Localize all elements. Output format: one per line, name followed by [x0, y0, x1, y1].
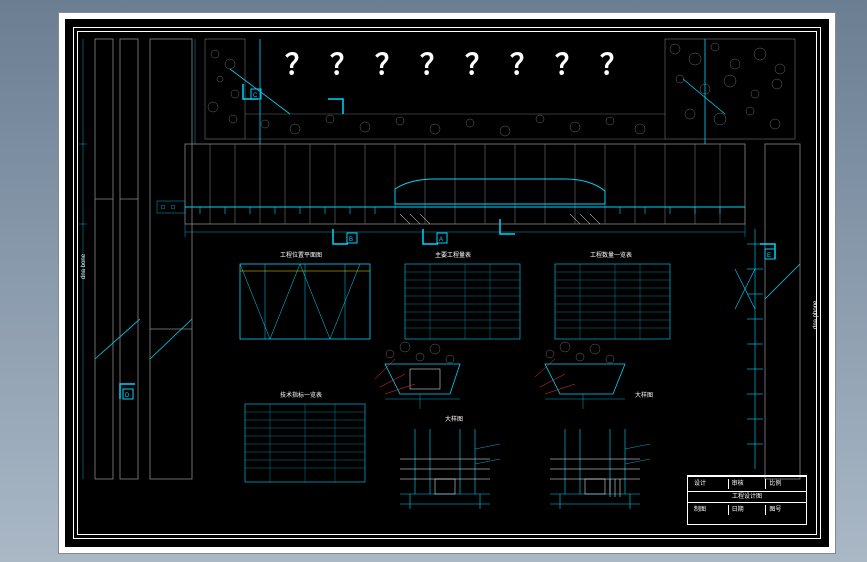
tb-cell: 制图 [691, 505, 728, 515]
side-sections [95, 39, 800, 479]
detail-section-b: 大样图 [535, 342, 653, 409]
paper-sheet: ？ ？ ？ ？ ？ ？ ？ ？ [58, 12, 836, 554]
qmark-6: ？ [510, 49, 538, 80]
title-question-marks: ？ ？ ？ ？ ？ ？ ？ ？ [285, 49, 628, 80]
qmark-1: ？ [285, 49, 313, 80]
detail-truss: 工程位置平面图 [240, 251, 370, 339]
detail-footing-2 [550, 429, 650, 509]
cad-drawing-svg: ？ ？ ？ ？ ？ ？ ？ ？ [65, 19, 829, 547]
tb-cell: 审核 [728, 479, 766, 489]
elevation-band [185, 144, 745, 224]
svg-text:大样图: 大样图 [635, 391, 653, 399]
svg-text:E: E [767, 253, 771, 259]
section-letters: A B C D E [123, 89, 775, 399]
detail-footing-1: 大样图 [400, 415, 500, 509]
svg-text:大样图: 大样图 [445, 415, 463, 423]
detail-section-a [375, 342, 460, 409]
detail-table-3: 技术指标一览表 [245, 391, 365, 482]
section-markers [95, 39, 800, 399]
label-right: dna phone [813, 300, 819, 329]
qmark-7: ？ [555, 49, 583, 80]
dims [79, 39, 745, 479]
fence-right [735, 229, 763, 469]
title-block: 设计 审核 比例 工程设计图 制图 日期 图号 [687, 475, 807, 525]
tb-cell: 比例 [765, 479, 803, 489]
svg-text:C: C [253, 93, 258, 99]
svg-text:技术指标一览表: 技术指标一览表 [280, 391, 322, 399]
tb-cell: 日期 [728, 505, 766, 515]
svg-text:工程位置平面图: 工程位置平面图 [280, 251, 322, 259]
detail-table-2: 工程数量一览表 [555, 251, 670, 339]
tb-project: 工程设计图 [688, 491, 806, 502]
svg-text:主要工程量表: 主要工程量表 [435, 251, 471, 259]
svg-text:D: D [125, 393, 130, 399]
qmark-3: ？ [375, 49, 403, 80]
tb-cell: 设计 [691, 479, 728, 489]
label-left: dna bone [81, 253, 87, 279]
qmark-5: ？ [465, 49, 493, 80]
detail-table-1: 主要工程量表 [405, 251, 520, 339]
svg-text:工程数量一览表: 工程数量一览表 [590, 251, 632, 259]
qmark-4: ？ [420, 49, 448, 80]
qmark-8: ？ [600, 49, 628, 80]
svg-text:A: A [439, 237, 443, 243]
tb-cell: 图号 [765, 505, 803, 515]
svg-text:B: B [349, 237, 353, 243]
cad-modelspace[interactable]: ？ ？ ？ ？ ？ ？ ？ ？ [65, 19, 829, 547]
qmark-2: ？ [330, 49, 358, 80]
